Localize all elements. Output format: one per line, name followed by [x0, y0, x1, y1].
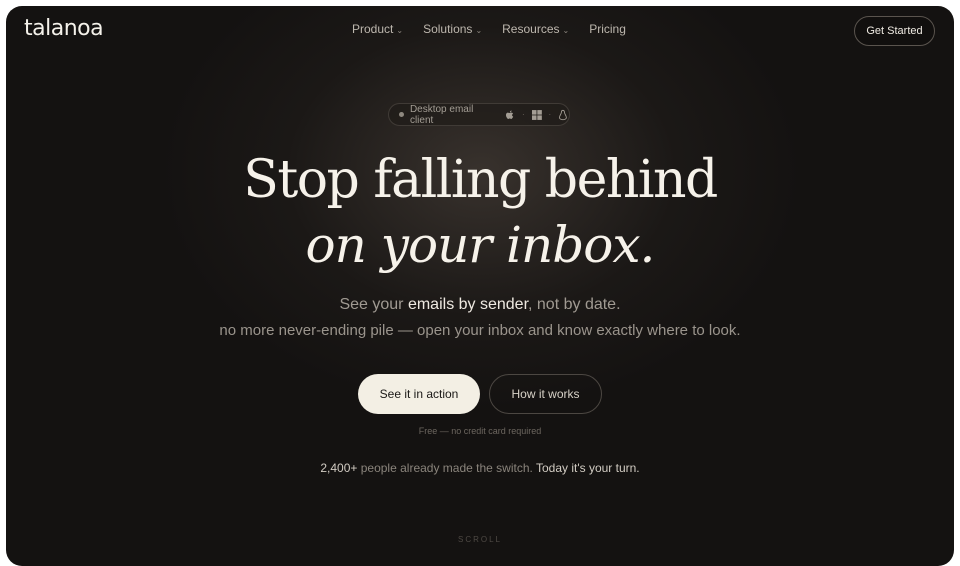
- nav-item-label: Resources: [502, 22, 560, 36]
- subtitle-pre: See your: [339, 296, 408, 313]
- subtitle-highlight: emails by sender: [407, 296, 529, 313]
- nav-item-label: Pricing: [589, 22, 626, 36]
- social-proof: 2,400+ people already made the switch. T…: [6, 461, 954, 475]
- user-count: 2,400+: [320, 461, 358, 475]
- nav-item-solutions[interactable]: Solutions ⌄: [423, 22, 482, 36]
- headline-line-1: Stop falling behind: [243, 150, 718, 210]
- nav-item-label: Solutions: [423, 22, 473, 36]
- brand-logo[interactable]: talanoa: [24, 16, 104, 41]
- page-frame: talanoa Product ⌄ Solutions ⌄ Resources …: [6, 6, 954, 566]
- nav-item-product[interactable]: Product ⌄: [352, 22, 403, 36]
- platform-badge: Desktop email client · ·: [388, 103, 570, 126]
- badge-label: Desktop email client: [409, 103, 474, 126]
- get-started-button[interactable]: Get Started: [854, 16, 935, 46]
- hero-headline: Stop falling behind on your inbox.: [6, 154, 954, 270]
- hero-subtitle: See your emails by sender, not by date.: [6, 296, 954, 314]
- social-proof-cta: Today it's your turn.: [535, 461, 640, 475]
- nav-menu: Product ⌄ Solutions ⌄ Resources ⌄ Pricin…: [352, 22, 646, 36]
- chevron-down-icon: ⌄: [475, 25, 483, 35]
- chevron-down-icon: ⌄: [396, 25, 404, 35]
- linux-icon: [559, 109, 567, 120]
- nav-item-resources[interactable]: Resources ⌄: [502, 22, 569, 36]
- hero-description: no more never-ending pile — open your in…: [219, 322, 741, 339]
- nav-item-label: Product: [352, 22, 394, 36]
- separator-dot: ·: [522, 110, 525, 119]
- free-note: Free — no credit card required: [418, 426, 542, 436]
- top-nav: talanoa Product ⌄ Solutions ⌄ Resources …: [6, 6, 954, 66]
- apple-icon: [506, 109, 514, 119]
- subtitle-post: , not by date.: [528, 296, 621, 313]
- status-dot: [399, 112, 404, 117]
- separator-dot: ·: [548, 110, 552, 119]
- windows-icon: [531, 109, 542, 120]
- social-proof-text: people already made the switch.: [357, 461, 536, 475]
- see-it-in-action-button[interactable]: See it in action: [358, 374, 480, 414]
- nav-item-pricing[interactable]: Pricing: [589, 22, 626, 36]
- headline-line-2: on your inbox.: [305, 216, 656, 274]
- chevron-down-icon: ⌄: [562, 25, 570, 35]
- how-it-works-button[interactable]: How it works: [489, 374, 602, 414]
